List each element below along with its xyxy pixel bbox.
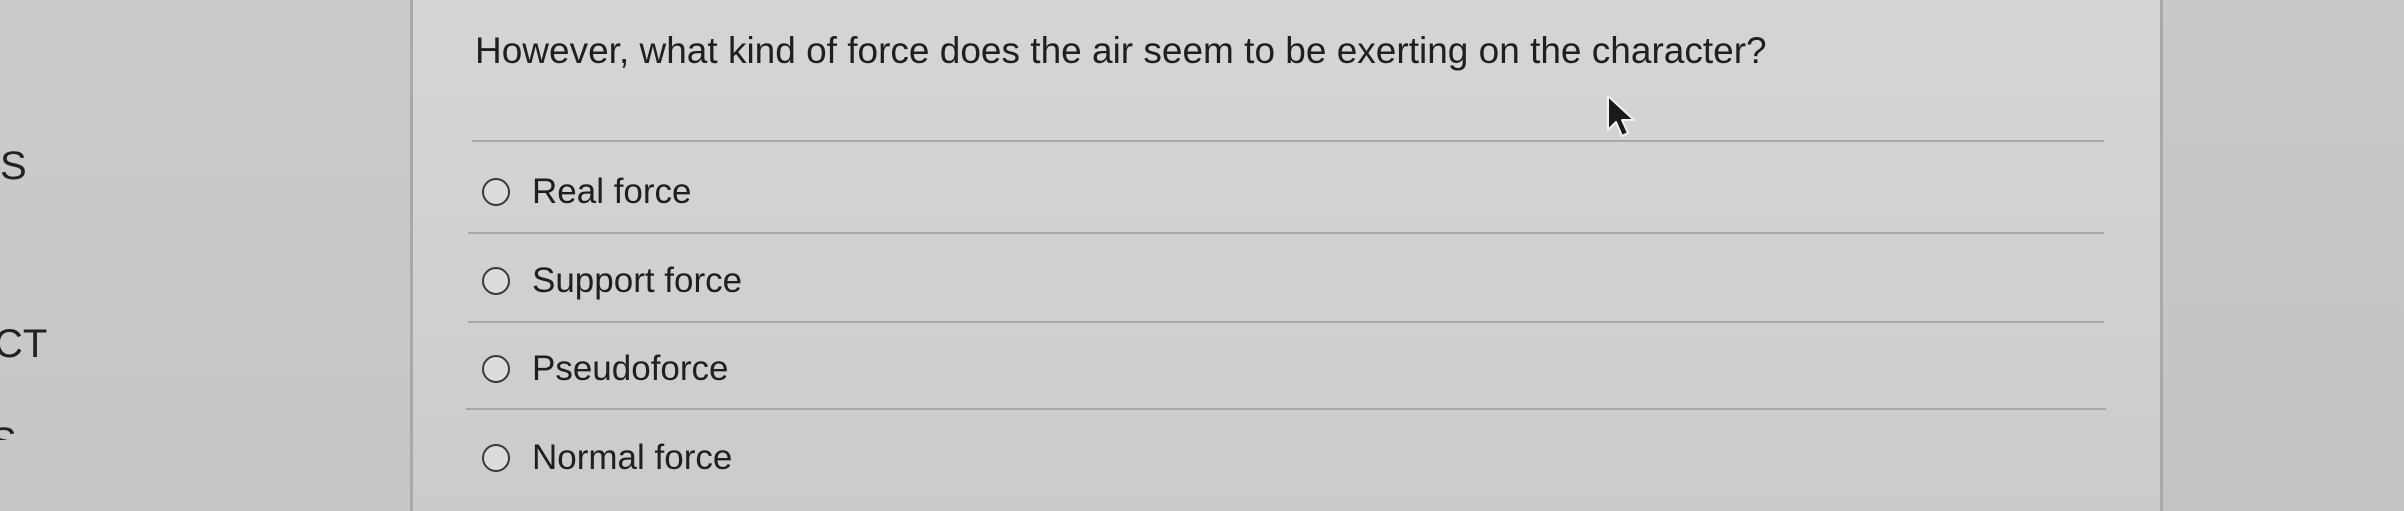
question-panel [413,0,2160,511]
radio-circle-icon[interactable] [482,355,510,383]
option-label: Normal force [532,438,733,477]
option-divider [468,321,2104,323]
question-text: However, what kind of force does the air… [475,30,1767,71]
right-panel [2163,0,2404,511]
option-label: Pseudoforce [532,349,729,388]
option-real-force[interactable]: Real force [482,172,692,212]
question-divider [472,140,2104,142]
left-edge-text-2: CT [0,322,48,366]
mouse-pointer-icon [1607,95,1635,137]
option-label: Support force [532,261,743,300]
option-normal-force[interactable]: Normal force [482,438,732,478]
left-edge-text-3: S [0,420,17,464]
option-divider [466,408,2106,410]
radio-circle-icon[interactable] [482,267,510,295]
left-panel: S CT S [0,0,410,511]
left-edge-text-1: S [0,144,27,188]
option-pseudoforce[interactable]: Pseudoforce [482,349,729,389]
option-support-force[interactable]: Support force [482,261,742,301]
option-label: Real force [532,172,692,211]
radio-circle-icon[interactable] [482,444,510,472]
option-divider [468,232,2104,234]
radio-circle-icon[interactable] [482,178,510,206]
